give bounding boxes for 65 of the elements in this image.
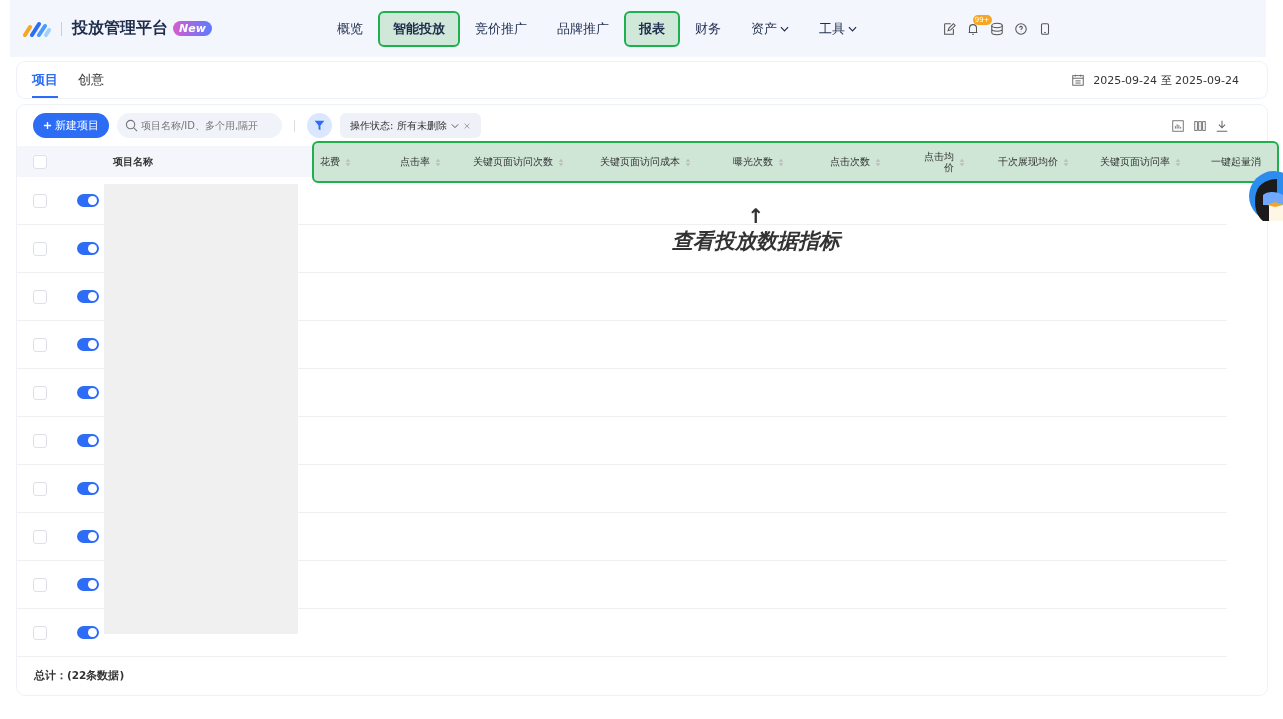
search-field[interactable]: 项目名称/ID、多个用,隔开 — [117, 113, 282, 139]
checkbox[interactable] — [33, 529, 47, 544]
chart-icon[interactable] — [1171, 118, 1185, 133]
help-icon[interactable] — [1013, 21, 1028, 36]
column-header[interactable]: 点击率 — [400, 155, 430, 169]
column-header[interactable]: 关键页面访问成本 — [600, 155, 680, 169]
calendar-icon[interactable] — [1071, 73, 1086, 87]
nav-item[interactable]: 报表 — [623, 10, 680, 47]
caret-icon[interactable] — [779, 25, 789, 32]
nav-item[interactable]: 智能投放 — [377, 10, 460, 47]
toggle-switch[interactable] — [77, 434, 99, 447]
new-project-button[interactable]: 新建项目 — [33, 113, 109, 139]
column-header: 项目名称 — [113, 154, 153, 169]
new-badge: New — [173, 21, 212, 36]
checkbox[interactable] — [33, 193, 47, 208]
toggle-switch[interactable] — [77, 530, 99, 543]
tab[interactable]: 项目 — [32, 62, 58, 98]
checkbox[interactable] — [33, 433, 47, 448]
checkbox[interactable] — [33, 337, 47, 352]
logo-icon — [23, 20, 51, 37]
nav-item[interactable]: 品牌推广 — [541, 10, 624, 47]
toggle-switch[interactable] — [77, 194, 99, 207]
total-count: 总计：(22条数据) — [33, 668, 126, 683]
date-range[interactable]: 2025-09-24 至 2025-09-24 — [1093, 72, 1239, 88]
filter-tag[interactable]: 操作状态: 所有未删除 — [340, 113, 481, 139]
checkbox[interactable] — [33, 289, 47, 304]
column-header[interactable]: 一键起量消 — [1211, 155, 1261, 169]
toggle-switch[interactable] — [77, 242, 99, 255]
column-header[interactable]: 关键页面访问次数 — [472, 155, 553, 169]
coins-icon[interactable] — [989, 21, 1004, 36]
checkbox[interactable] — [33, 577, 47, 592]
checkbox[interactable] — [33, 385, 47, 400]
tab[interactable]: 创意 — [78, 62, 104, 98]
column-header[interactable]: 关键页面访问率 — [1100, 155, 1170, 169]
caret-icon[interactable] — [847, 25, 857, 32]
column-header[interactable]: 点击均价 — [921, 150, 954, 174]
checkbox[interactable] — [33, 481, 47, 496]
edit-icon[interactable] — [941, 21, 956, 36]
assistant-avatar-icon[interactable] — [1249, 171, 1283, 221]
toggle-switch[interactable] — [77, 338, 99, 351]
nav-item[interactable]: 财务 — [679, 10, 736, 47]
checkbox[interactable] — [33, 241, 47, 256]
column-header[interactable]: 曝光次数 — [732, 155, 773, 169]
column-header[interactable]: 千次展现均价 — [997, 155, 1058, 169]
nav-item[interactable]: 竞价推广 — [459, 10, 542, 47]
close-icon[interactable] — [462, 121, 471, 130]
toggle-switch[interactable] — [77, 626, 99, 639]
toggle-switch[interactable] — [77, 578, 99, 591]
toggle-switch[interactable] — [77, 386, 99, 399]
columns-icon[interactable] — [1193, 118, 1207, 133]
platform-title: 投放管理平台 — [72, 18, 168, 39]
nav-item[interactable]: 资产 — [735, 10, 804, 47]
search-icon — [125, 119, 138, 133]
column-header[interactable]: 花费 — [320, 155, 340, 169]
nav-item[interactable]: 概览 — [321, 10, 378, 47]
column-header[interactable]: 点击次数 — [830, 155, 870, 169]
checkbox[interactable] — [33, 154, 47, 169]
filter-icon[interactable] — [307, 113, 332, 139]
download-icon[interactable] — [1215, 118, 1229, 133]
nav-item[interactable]: 工具 — [803, 10, 872, 47]
checkbox[interactable] — [33, 625, 47, 640]
toggle-switch[interactable] — [77, 290, 99, 303]
plus-icon — [43, 121, 52, 131]
arrow-icon: ↑ — [747, 205, 765, 227]
toggle-switch[interactable] — [77, 482, 99, 495]
